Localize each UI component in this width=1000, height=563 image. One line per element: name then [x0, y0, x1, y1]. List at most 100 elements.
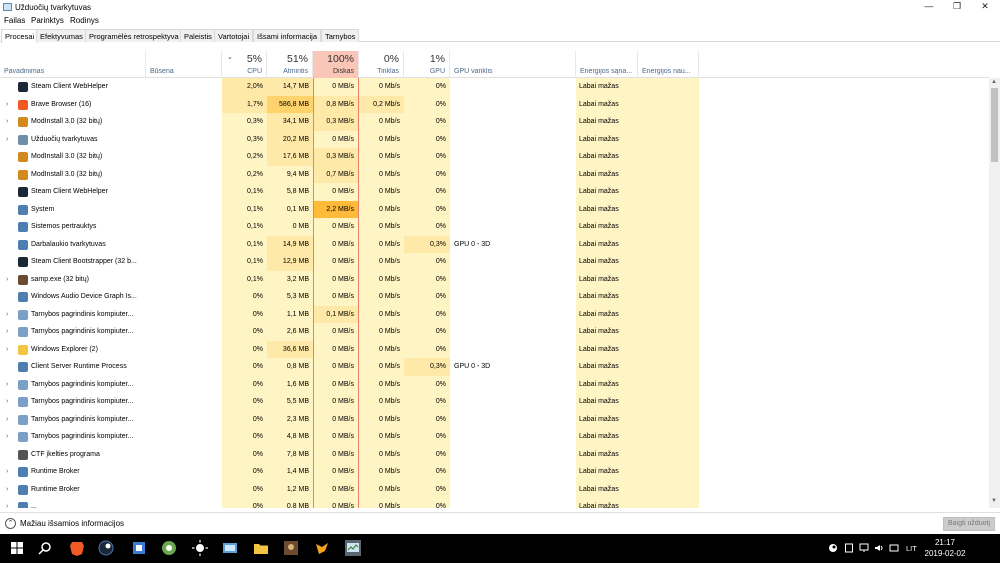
chevron-right-icon[interactable]: › [6, 131, 8, 149]
modinstall-icon[interactable] [160, 539, 178, 557]
notification-icon[interactable] [889, 543, 899, 553]
tablet-icon[interactable] [844, 543, 854, 553]
cell-net: 0 Mb/s [359, 78, 404, 96]
end-task-button[interactable]: Baigti užduotį [943, 517, 995, 531]
brave-icon[interactable] [68, 539, 86, 557]
service-icon [18, 327, 28, 337]
column-memory[interactable]: 51% Atmintis [267, 51, 313, 78]
table-row[interactable]: › Tarnybos pagrindinis kompiuter... 0% 4,8 … [0, 428, 989, 446]
cell-cpu: 0,2% [222, 165, 267, 183]
table-row[interactable]: › Runtime Broker 0% 1,2 MB 0 MB/s 0 Mb/s 0% Lab… [0, 480, 989, 499]
table-row[interactable]: Sistemos pertrauktys 0,1% 0 MB 0 MB/s 0 Mb/s… [0, 218, 989, 236]
table-row[interactable]: › Windows Explorer (2) 0% 36,6 MB 0 MB/s 0 Mb… [0, 340, 989, 359]
table-row[interactable]: Steam Client Bootstrapper (32 b... 0,1% 12… [0, 253, 989, 271]
table-row[interactable]: System 0,1% 0,1 MB 2,2 MB/s 0 Mb/s 0% Labai ma… [0, 200, 989, 218]
network-icon[interactable] [859, 543, 869, 553]
cell-cpu: 0,1% [222, 253, 267, 271]
cell-gpu-engine [454, 131, 574, 149]
samp-icon[interactable] [282, 539, 300, 557]
column-disk[interactable]: 100% Diskas [313, 51, 359, 78]
chevron-right-icon[interactable]: › [6, 96, 8, 114]
chevron-right-icon[interactable]: › [6, 393, 8, 411]
table-row[interactable]: › Tarnybos pagrindinis kompiuter... 0% 2,6 … [0, 323, 989, 341]
tab-app-history[interactable]: Programėlės retrospektyva [85, 29, 183, 42]
screen-icon[interactable] [221, 539, 239, 557]
column-power-trend[interactable]: Energijos nau... [638, 51, 699, 78]
fewer-details-link[interactable]: Mažiau išsamios informacijos [20, 519, 124, 528]
table-row[interactable]: ›... 0% 0,8 MB 0 MB/s 0 Mb/s 0% Labai mažas [0, 498, 989, 508]
process-name: Steam Client Bootstrapper (32 b... [31, 258, 137, 265]
column-gpu[interactable]: 1% GPU [404, 51, 450, 78]
vertical-scrollbar[interactable]: ▲ ▼ [989, 78, 1000, 508]
modinstall-icon [18, 169, 28, 180]
column-status[interactable]: Būsena [146, 51, 222, 78]
menu-options[interactable]: Parinktys [31, 16, 64, 25]
maximize-button[interactable]: ❐ [943, 0, 971, 13]
table-row[interactable]: Darbalaukio tvarkytuvas 0,1% 14,9 MB 0 MB/s… [0, 235, 989, 253]
table-row[interactable]: › Tarnybos pagrindinis kompiuter... 0% 5,5 … [0, 393, 989, 411]
process-name: Tarnybos pagrindinis kompiuter... [31, 380, 134, 388]
clock-time[interactable]: 21:17 [926, 538, 964, 547]
column-gpu-engine[interactable]: GPU variklis [450, 51, 576, 78]
tab-users[interactable]: Vartotojai [214, 29, 254, 42]
scroll-up-icon[interactable]: ▲ [991, 79, 997, 85]
chevron-right-icon[interactable]: › [6, 323, 8, 341]
game-icon[interactable] [130, 539, 148, 557]
table-row[interactable]: › Runtime Broker 0% 1,4 MB 0 MB/s 0 Mb/s 0% Lab… [0, 463, 989, 481]
menu-view[interactable]: Rodinys [70, 16, 99, 25]
chevron-up-icon[interactable]: ⌃ [5, 518, 16, 529]
table-row[interactable]: › Tarnybos pagrindinis kompiuter... 0% 2,3 … [0, 410, 989, 429]
table-row[interactable]: › Brave Browser (16) 1,7% 586,8 MB 0,8 MB/s 0… [0, 95, 989, 114]
tab-startup[interactable]: Paleistis [180, 29, 216, 42]
scrollbar-thumb[interactable] [991, 88, 998, 162]
table-row[interactable]: Steam Client WebHelper 0,1% 5,8 MB 0 MB/s 0 … [0, 183, 989, 201]
chevron-right-icon[interactable]: › [6, 498, 8, 508]
tab-processes[interactable]: Procesai [1, 29, 39, 43]
table-row[interactable]: Windows Audio Device Graph Is... 0% 5,3 MB… [0, 288, 989, 306]
scroll-down-icon[interactable]: ▼ [991, 498, 997, 504]
table-row[interactable]: › Tarnybos pagrindinis kompiuter... 0% 1,6 … [0, 375, 989, 394]
cell-net: 0 Mb/s [359, 200, 404, 218]
clock-date[interactable]: 2019-02-02 [922, 549, 968, 558]
chevron-right-icon[interactable]: › [6, 463, 8, 481]
process-name: CTF įkelties programa [31, 450, 100, 458]
steam-tray-icon[interactable] [828, 543, 838, 553]
search-icon[interactable] [36, 539, 54, 557]
cell-cpu: 0% [222, 480, 267, 498]
column-power-usage[interactable]: Energijos sąna... [576, 51, 638, 78]
tab-services[interactable]: Tarnybos [321, 29, 360, 42]
table-row[interactable]: › ModInstall 3.0 (32 bitų) 0,3% 34,1 MB 0,3 … [0, 113, 989, 131]
windows-start-icon[interactable] [8, 539, 26, 557]
chevron-right-icon[interactable]: › [6, 271, 8, 289]
chevron-right-icon[interactable]: › [6, 341, 8, 359]
sun-icon[interactable] [191, 539, 209, 557]
gta-icon[interactable] [313, 539, 331, 557]
column-network[interactable]: 0% Tinklas [359, 51, 404, 78]
volume-icon[interactable] [874, 543, 884, 553]
table-row[interactable]: Steam Client WebHelper 2,0% 14,7 MB 0 MB/s 0… [0, 78, 989, 96]
task-manager-icon[interactable] [344, 539, 362, 557]
language-indicator[interactable]: LIT [906, 544, 917, 553]
table-row[interactable]: Client Server Runtime Process 0% 0,8 MB 0 M… [0, 358, 989, 376]
table-row[interactable]: › samp.exe (32 bitų) 0,1% 3,2 MB 0 MB/s 0 Mb/… [0, 270, 989, 289]
chevron-right-icon[interactable]: › [6, 306, 8, 324]
tab-performance[interactable]: Efektyvumas [36, 29, 87, 42]
table-row[interactable]: › Tarnybos pagrindinis kompiuter... 0% 1,1 … [0, 305, 989, 324]
close-button[interactable]: ✕ [971, 0, 999, 13]
table-row[interactable]: CTF įkelties programa 0% 7,8 MB 0 MB/s 0 Mb/… [0, 445, 989, 463]
chevron-right-icon[interactable]: › [6, 376, 8, 394]
table-row[interactable]: › Užduočių tvarkytuvas 0,3% 20,2 MB 0 MB/s 0 … [0, 130, 989, 149]
tab-details[interactable]: Išsami informacija [253, 29, 322, 42]
table-row[interactable]: ModInstall 3.0 (32 bitų) 0,2% 17,6 MB 0,3 M… [0, 148, 989, 166]
table-row[interactable]: ModInstall 3.0 (32 bitų) 0,2% 9,4 MB 0,7 MB… [0, 165, 989, 183]
chevron-right-icon[interactable]: › [6, 411, 8, 429]
cell-gpu-engine [454, 78, 574, 96]
chevron-right-icon[interactable]: › [6, 428, 8, 446]
minimize-button[interactable]: — [915, 0, 943, 13]
folder-icon[interactable] [252, 539, 270, 557]
column-name[interactable]: Pavadinimas [0, 51, 146, 78]
steam-icon[interactable] [97, 539, 115, 557]
chevron-right-icon[interactable]: › [6, 481, 8, 499]
chevron-right-icon[interactable]: › [6, 113, 8, 131]
menu-file[interactable]: Failas [4, 16, 25, 25]
